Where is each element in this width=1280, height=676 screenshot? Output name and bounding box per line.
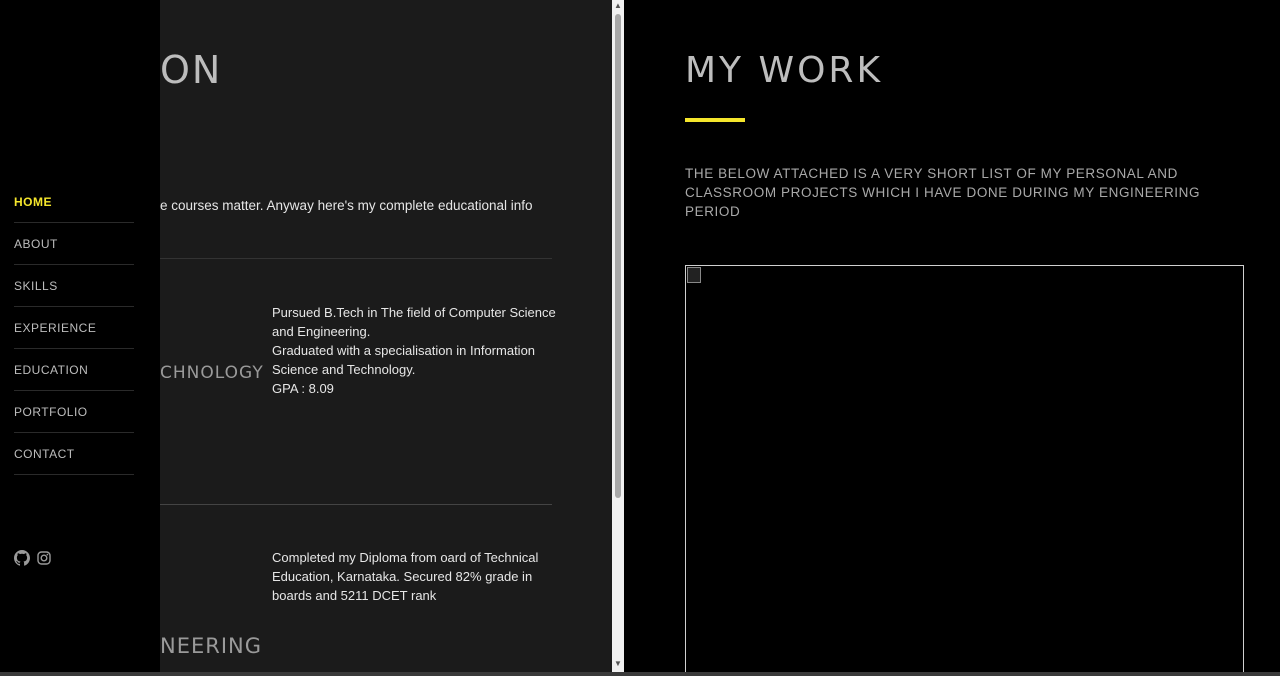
education-desc-line: Completed my Diploma from oard of Techni… [272, 550, 539, 603]
nav-item-about[interactable]: ABOUT [14, 223, 134, 265]
instagram-icon[interactable] [36, 550, 52, 566]
nav-menu: HOME ABOUT SKILLS EXPERIENCE EDUCATION P… [14, 181, 134, 475]
education-desc-line: GPA : 8.09 [272, 381, 334, 396]
project-image[interactable] [685, 265, 1244, 676]
nav-item-home[interactable]: HOME [14, 181, 134, 223]
page: ON e courses matter. Anyway here's my co… [0, 0, 1280, 676]
nav-item-education[interactable]: EDUCATION [14, 349, 134, 391]
social-links [14, 550, 52, 566]
scroll-up-arrow-icon[interactable]: ▲ [614, 2, 622, 10]
work-description: THE BELOW ATTACHED IS A VERY SHORT LIST … [685, 166, 1201, 219]
divider [160, 504, 552, 505]
education-desc-line: Pursued B.Tech in The field of Computer … [272, 305, 556, 339]
scroll-down-arrow-icon[interactable]: ▼ [614, 660, 622, 668]
education-desc-line: Graduated with a specialisation in Infor… [272, 343, 536, 377]
portfolio-section: MY WORK THE BELOW ATTACHED IS A VERY SHO… [624, 0, 1280, 676]
education-intro: e courses matter. Anyway here's my compl… [160, 198, 533, 213]
work-title: MY WORK [685, 50, 884, 91]
nav-item-portfolio[interactable]: PORTFOLIO [14, 391, 134, 433]
title-underline [685, 118, 745, 122]
nav-item-contact[interactable]: CONTACT [14, 433, 134, 475]
education-school-1: CHNOLOGY [160, 363, 264, 383]
broken-image-icon [687, 267, 701, 283]
nav-item-skills[interactable]: SKILLS [14, 265, 134, 307]
scroll-thumb[interactable] [615, 14, 621, 498]
education-desc-1: Pursued B.Tech in The field of Computer … [272, 303, 557, 398]
scrollbar[interactable]: ▲ ▼ [612, 0, 624, 676]
bottom-scrollbar [0, 672, 1280, 676]
nav-item-experience[interactable]: EXPERIENCE [14, 307, 134, 349]
divider [160, 258, 552, 259]
sidebar: HOME ABOUT SKILLS EXPERIENCE EDUCATION P… [0, 0, 160, 676]
education-title: ON [160, 48, 223, 92]
github-icon[interactable] [14, 550, 30, 566]
education-school-2: NEERING [160, 634, 263, 658]
education-desc-2: Completed my Diploma from oard of Techni… [272, 548, 557, 605]
